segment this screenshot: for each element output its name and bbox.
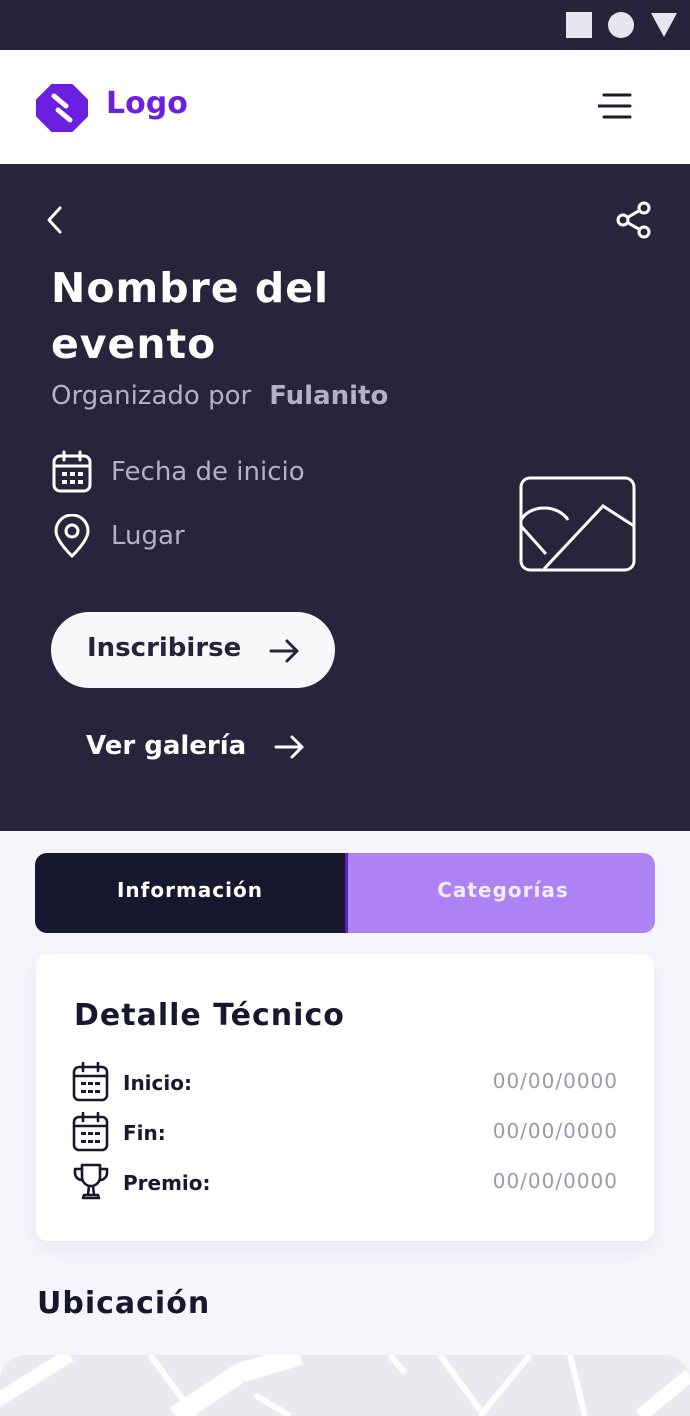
trophy-icon xyxy=(73,1163,109,1200)
hamburger-menu-icon xyxy=(596,93,632,119)
tab-categorias[interactable]: Categorías xyxy=(345,853,655,933)
place-label: Lugar xyxy=(111,521,185,551)
logo-text[interactable]: Logo xyxy=(106,84,188,124)
location-section-title: Ubicación xyxy=(37,1286,211,1321)
arrow-right-icon xyxy=(274,735,304,759)
tab-informacion[interactable]: Información xyxy=(35,853,345,933)
tab-bar: Información Categorías xyxy=(35,853,655,933)
triangle-icon xyxy=(651,13,677,37)
view-gallery-label: Ver galería xyxy=(86,731,247,761)
image-placeholder-icon xyxy=(519,476,636,572)
organizer-line: Organizado por Fulanito xyxy=(51,376,388,416)
technical-details-card: Detalle Técnico Inicio: 00/00/0000 Fin: … xyxy=(36,954,654,1241)
status-bar xyxy=(0,0,690,50)
detail-row-inicio: Inicio: 00/00/0000 xyxy=(72,1062,618,1106)
calendar-icon xyxy=(72,1062,109,1102)
detail-label: Premio: xyxy=(123,1171,211,1195)
view-gallery-link[interactable]: Ver galería xyxy=(86,726,326,770)
detail-label: Fin: xyxy=(123,1121,166,1145)
chevron-left-icon xyxy=(47,206,62,234)
event-hero: Nombre del evento Organizado por Fulanito… xyxy=(0,164,690,831)
detail-row-fin: Fin: 00/00/0000 xyxy=(72,1112,618,1156)
square-icon xyxy=(566,12,592,38)
calendar-icon xyxy=(72,1112,109,1152)
map-streets xyxy=(0,1355,690,1416)
detail-label: Inicio: xyxy=(123,1071,192,1095)
menu-button[interactable] xyxy=(596,92,634,122)
back-button[interactable] xyxy=(40,202,70,238)
logo-mark-icon xyxy=(36,84,88,132)
detail-value: 00/00/0000 xyxy=(492,1069,618,1093)
organized-by-label: Organizado por xyxy=(51,381,252,411)
register-button-label: Inscribirse xyxy=(87,633,242,663)
calendar-icon xyxy=(52,450,92,493)
register-button[interactable]: Inscribirse xyxy=(51,612,335,688)
detail-value: 00/00/0000 xyxy=(492,1169,618,1193)
circle-icon xyxy=(608,12,634,38)
share-icon xyxy=(616,201,651,239)
detail-row-premio: Premio: 00/00/0000 xyxy=(72,1162,618,1206)
share-button[interactable] xyxy=(614,200,654,240)
location-map[interactable] xyxy=(0,1355,690,1416)
card-title: Detalle Técnico xyxy=(74,998,345,1033)
arrow-right-icon xyxy=(269,639,299,663)
organizer-name[interactable]: Fulanito xyxy=(269,381,388,411)
start-date-label: Fecha de inicio xyxy=(111,457,305,487)
event-title: Nombre del evento xyxy=(51,264,330,368)
top-navbar: Logo xyxy=(0,50,690,164)
detail-value: 00/00/0000 xyxy=(492,1119,618,1143)
location-pin-icon xyxy=(54,514,90,558)
